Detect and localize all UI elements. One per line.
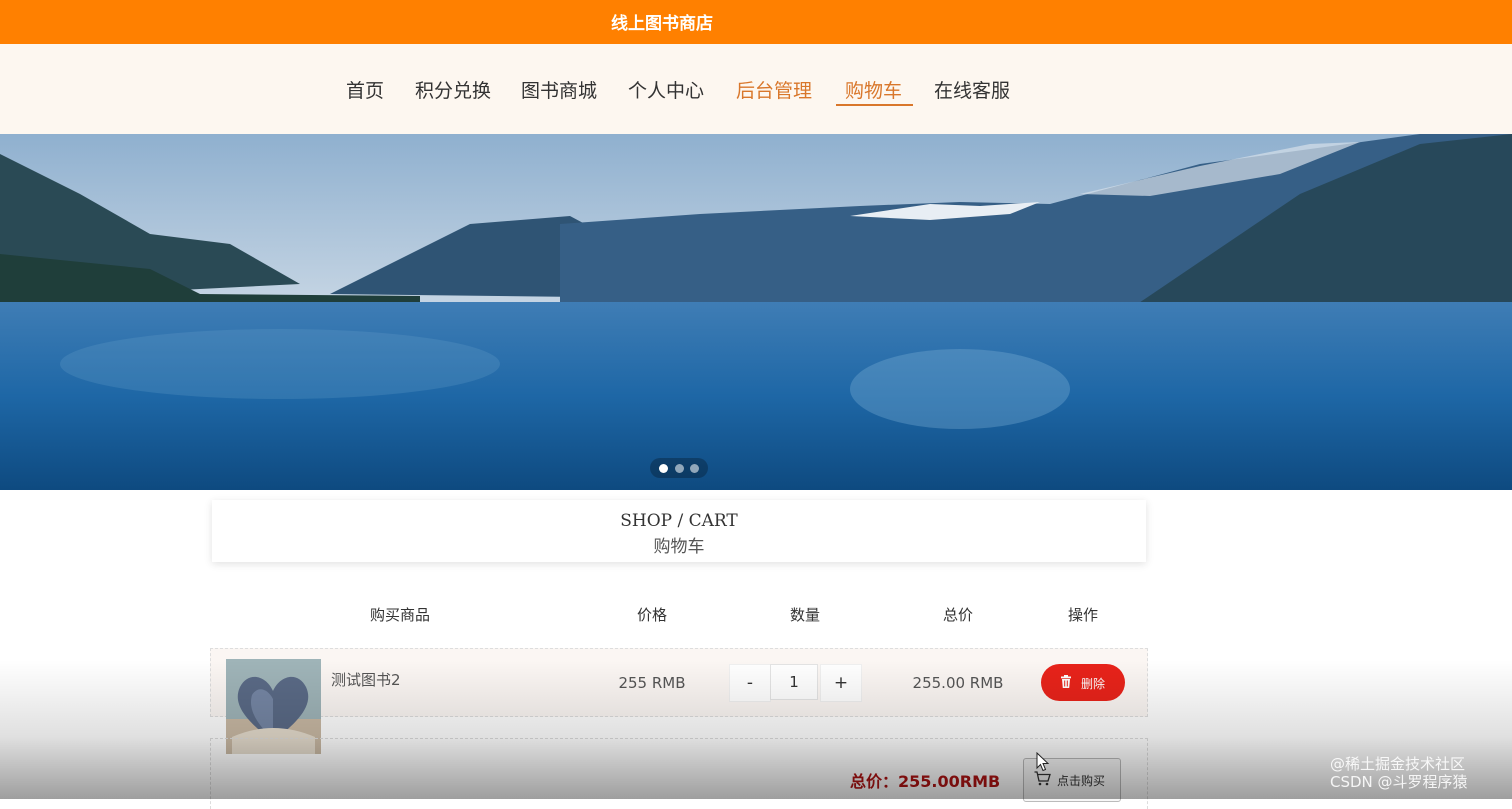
carousel-dot-1[interactable] — [659, 464, 668, 473]
col-header-price: 价格 — [636, 606, 668, 624]
cart-heading: SHOP / CART 购物车 — [212, 500, 1146, 562]
cart-total: 总价：255.00RMB — [850, 772, 1001, 791]
cart-heading-cn: 购物车 — [653, 537, 705, 557]
nav-item-book-mall[interactable]: 图书商城 — [521, 76, 597, 103]
carousel-dot-2[interactable] — [675, 464, 684, 473]
quantity-increase-button[interactable]: + — [820, 664, 862, 702]
delete-button[interactable]: 删除 — [1041, 664, 1125, 701]
nav-item-home[interactable]: 首页 — [346, 76, 384, 103]
col-header-quantity: 数量 — [789, 606, 821, 624]
nav-item-online-service[interactable]: 在线客服 — [934, 76, 1010, 103]
col-header-actions: 操作 — [1067, 606, 1099, 624]
watermark-line-1: @稀土掘金技术社区 — [1330, 755, 1466, 773]
nav-active-underline — [836, 104, 913, 106]
nav-item-admin[interactable]: 后台管理 — [736, 76, 812, 103]
summary-row — [210, 738, 1148, 809]
quantity-input[interactable] — [770, 664, 818, 700]
watermark: @稀土掘金技术社区 CSDN @斗罗程序猿 — [1330, 755, 1468, 791]
main-nav: 首页 积分兑换 图书商城 个人中心 后台管理 购物车 在线客服 — [0, 44, 1512, 134]
watermark-line-2: CSDN @斗罗程序猿 — [1330, 773, 1468, 791]
mouse-cursor-icon — [1036, 751, 1050, 776]
top-bar: 线上图书商店 — [0, 0, 1512, 44]
col-header-product: 购买商品 — [369, 606, 431, 624]
site-title: 线上图书商店 — [611, 14, 713, 34]
banner-carousel[interactable] — [0, 134, 1512, 490]
buy-button-label: 点击购买 — [1057, 774, 1106, 788]
cart-heading-en: SHOP / CART — [620, 511, 738, 531]
carousel-dot-3[interactable] — [690, 464, 699, 473]
row-total: 255.00 RMB — [912, 674, 1004, 692]
quantity-decrease-button[interactable]: - — [729, 664, 771, 702]
nav-item-points-exchange[interactable]: 积分兑换 — [415, 76, 491, 103]
nav-item-personal-center[interactable]: 个人中心 — [628, 76, 704, 103]
trash-icon — [1060, 675, 1072, 691]
product-price: 255 RMB — [618, 674, 686, 692]
carousel-indicators — [650, 458, 708, 478]
product-name[interactable]: 测试图书2 — [331, 669, 401, 690]
nav-item-cart[interactable]: 购物车 — [845, 76, 902, 103]
col-header-total: 总价 — [942, 606, 974, 624]
banner-image — [0, 134, 1512, 490]
delete-button-label: 删除 — [1081, 677, 1106, 691]
